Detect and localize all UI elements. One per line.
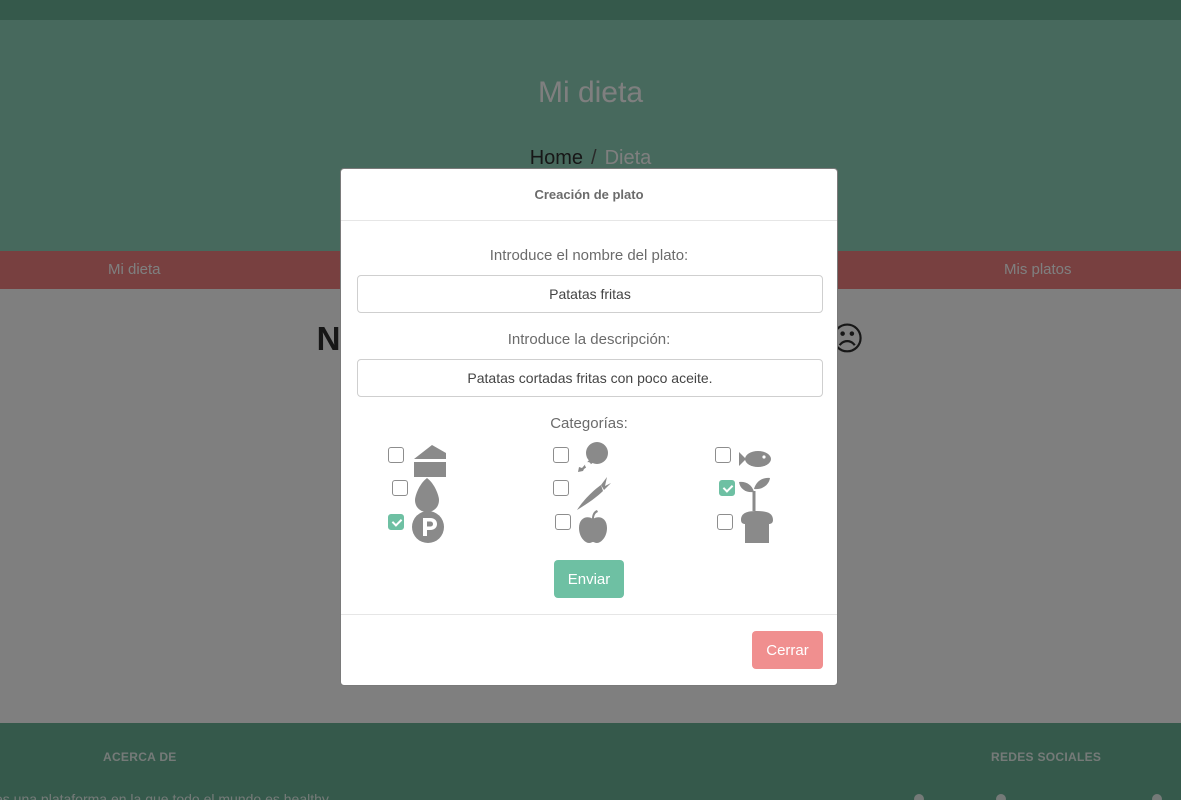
category-checkbox[interactable]	[555, 514, 571, 530]
dish-name-input[interactable]	[357, 275, 823, 313]
fish-icon	[739, 451, 771, 467]
cheese-icon	[414, 445, 446, 477]
category-checkbox[interactable]	[553, 447, 569, 463]
sprout-icon	[739, 477, 770, 511]
parking-p-icon	[412, 511, 444, 543]
dish-description-input[interactable]	[357, 359, 823, 397]
dish-name-label: Introduce el nombre del plato:	[489, 247, 689, 264]
categories-label: Categorías:	[550, 415, 628, 432]
carrot-icon	[577, 477, 611, 510]
modal-footer-divider	[341, 614, 837, 615]
chicken-leg-icon	[578, 442, 608, 472]
submit-button[interactable]: Enviar	[554, 560, 624, 598]
egg-icon	[415, 478, 439, 512]
close-button[interactable]: Cerrar	[752, 631, 823, 669]
category-checkbox[interactable]	[388, 514, 404, 530]
category-checkbox[interactable]	[719, 480, 735, 496]
category-checkbox[interactable]	[388, 447, 404, 463]
modal-title: Creación de plato	[341, 169, 837, 221]
bread-icon	[741, 511, 773, 543]
apple-icon	[579, 510, 607, 543]
dish-description-label: Introduce la descripción:	[507, 331, 671, 348]
category-checkbox[interactable]	[392, 480, 408, 496]
category-checkbox[interactable]	[717, 514, 733, 530]
category-checkbox[interactable]	[715, 447, 731, 463]
category-checkbox[interactable]	[553, 480, 569, 496]
create-dish-modal: Creación de plato Introduce el nombre de…	[340, 168, 838, 686]
